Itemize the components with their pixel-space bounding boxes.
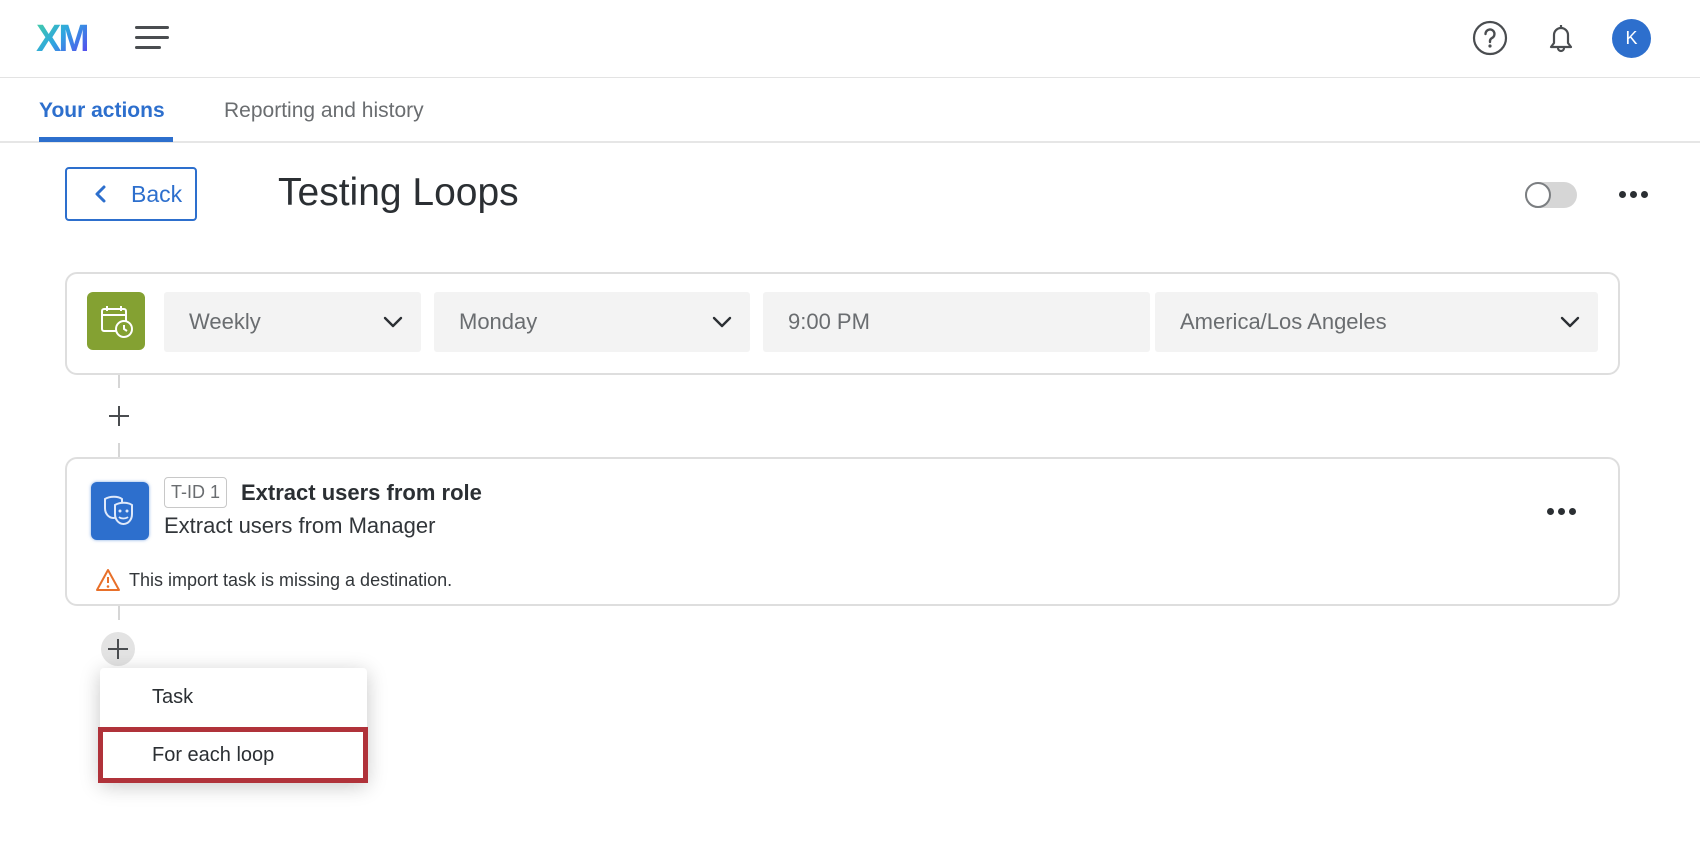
back-label: Back xyxy=(131,180,183,207)
tab-bar: Your actions Reporting and history xyxy=(0,78,1700,143)
task-id-badge: T-ID 1 xyxy=(164,477,228,508)
day-value: Monday xyxy=(459,309,538,334)
add-step-button[interactable] xyxy=(102,399,136,433)
day-dropdown[interactable]: Monday xyxy=(434,292,750,352)
task-warning: This import task is missing a destinatio… xyxy=(95,568,452,592)
frequency-dropdown[interactable]: Weekly xyxy=(164,292,421,352)
tab-reporting-and-history[interactable]: Reporting and history xyxy=(224,98,424,124)
warning-text: This import task is missing a destinatio… xyxy=(129,569,453,590)
timezone-dropdown[interactable]: America/Los Angeles xyxy=(1155,292,1598,352)
time-value: 9:00 PM xyxy=(788,309,870,334)
time-input[interactable]: 9:00 PM xyxy=(763,292,1150,352)
connector-line xyxy=(118,606,120,620)
more-options-icon[interactable] xyxy=(1619,191,1648,198)
bell-icon[interactable] xyxy=(1543,20,1579,56)
page-title: Testing Loops xyxy=(278,171,519,214)
user-avatar[interactable]: K xyxy=(1612,19,1651,58)
connector-line xyxy=(118,375,120,388)
workflow-enabled-toggle[interactable] xyxy=(1525,182,1577,208)
menu-icon[interactable] xyxy=(135,26,169,50)
tab-your-actions[interactable]: Your actions xyxy=(39,98,165,124)
add-step-button-active[interactable] xyxy=(101,632,135,666)
chevron-down-icon xyxy=(383,316,403,328)
plus-icon xyxy=(108,639,128,659)
chevron-down-icon xyxy=(712,316,732,328)
top-bar: XM K xyxy=(0,0,1700,78)
timezone-value: America/Los Angeles xyxy=(1180,309,1387,334)
chevron-left-icon xyxy=(95,185,106,203)
task-title: Extract users from role xyxy=(241,480,482,505)
task-subtitle: Extract users from Manager xyxy=(164,513,436,538)
calendar-clock-icon xyxy=(87,292,145,350)
schedule-card: Weekly Monday 9:00 PM America/Los Angele… xyxy=(65,272,1620,375)
help-icon[interactable] xyxy=(1472,20,1508,56)
menu-item-task[interactable]: Task xyxy=(100,672,367,722)
active-tab-indicator xyxy=(39,137,173,142)
plus-icon xyxy=(109,406,129,426)
warning-icon xyxy=(96,569,120,591)
back-button[interactable]: Back xyxy=(65,167,197,221)
task-more-options-icon[interactable] xyxy=(1547,508,1576,515)
masks-icon xyxy=(91,482,149,540)
xm-logo[interactable]: XM xyxy=(36,19,90,59)
task-card[interactable]: T-ID 1 Extract users from role Extract u… xyxy=(65,457,1620,606)
connector-line xyxy=(118,443,120,457)
menu-item-for-each-loop[interactable]: For each loop xyxy=(98,727,368,783)
chevron-down-icon xyxy=(1560,316,1580,328)
toggle-knob xyxy=(1525,182,1551,208)
add-step-menu: Task For each loop xyxy=(98,668,368,783)
frequency-value: Weekly xyxy=(189,309,261,334)
